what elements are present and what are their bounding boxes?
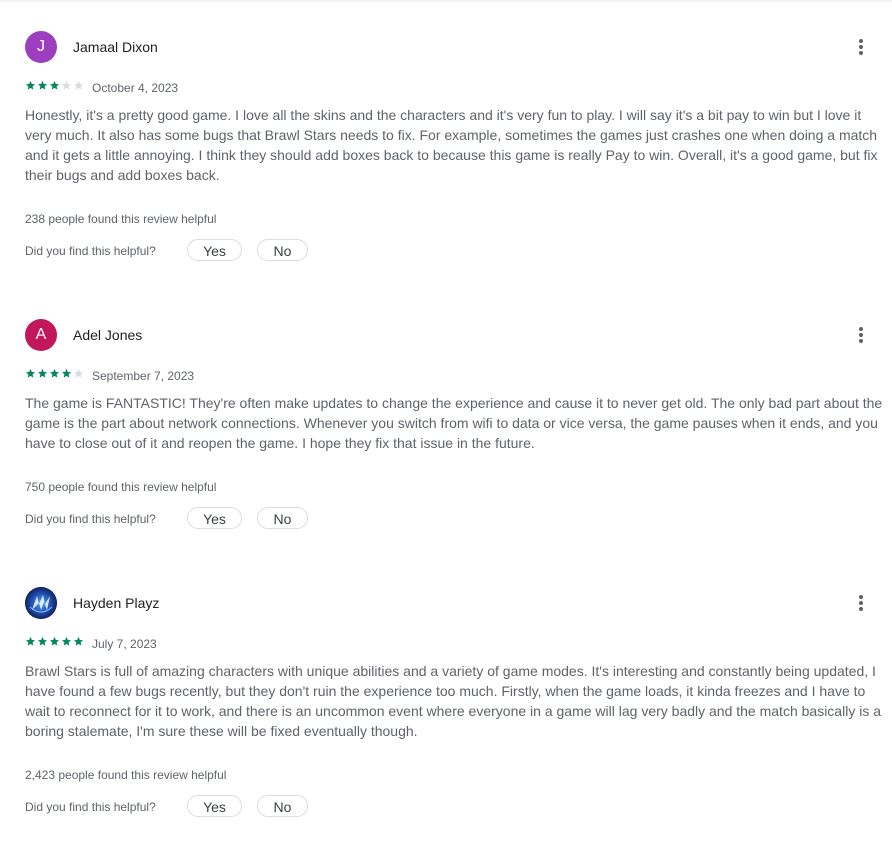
- more-options-icon[interactable]: [851, 587, 871, 619]
- star-filled-icon: [61, 636, 72, 646]
- helpful-question: Did you find this helpful?: [25, 800, 156, 814]
- star-filled-icon: [49, 80, 60, 90]
- helpful-yes-button[interactable]: Yes: [187, 507, 242, 529]
- review-text: Honestly, it's a pretty good game. I lov…: [25, 107, 878, 183]
- reviewer-name: Adel Jones: [73, 327, 143, 343]
- helpful-count: 750 people found this review helpful: [25, 480, 217, 494]
- avatar-logo-icon: [25, 587, 57, 619]
- avatar: A: [25, 319, 57, 351]
- star-empty-icon: [73, 368, 84, 378]
- review-date: October 4, 2023: [92, 81, 179, 95]
- review-meta: July 7, 2023: [25, 636, 425, 652]
- helpful-no-button[interactable]: No: [257, 239, 308, 261]
- helpful-yes-button[interactable]: Yes: [187, 239, 242, 261]
- star-filled-icon: [37, 80, 48, 90]
- review-text: Brawl Stars is full of amazing character…: [25, 663, 881, 739]
- helpful-no-button[interactable]: No: [257, 795, 308, 817]
- review-card: A Adel Jones September 7, 2023 The game …: [25, 319, 887, 559]
- helpful-question: Did you find this helpful?: [25, 512, 156, 526]
- helpful-yes-button[interactable]: Yes: [187, 795, 242, 817]
- star-filled-icon: [37, 636, 48, 646]
- reviewer-name: Hayden Playz: [73, 595, 160, 611]
- review-text: The game is FANTASTIC! They're often mak…: [25, 395, 883, 451]
- review-header: A Adel Jones: [25, 319, 887, 351]
- avatar: J: [25, 31, 57, 63]
- star-empty-icon: [61, 80, 72, 90]
- review-header: Hayden Playz: [25, 587, 887, 619]
- avatar: [25, 587, 57, 619]
- helpful-no-button[interactable]: No: [257, 507, 308, 529]
- star-filled-icon: [25, 636, 36, 646]
- review-card: J Jamaal Dixon October 4, 2023 Honestly,…: [25, 31, 887, 271]
- review-card: Hayden Playz July 7, 2023 Brawl Stars is…: [25, 587, 887, 827]
- star-filled-icon: [49, 368, 60, 378]
- star-filled-icon: [49, 636, 60, 646]
- top-divider: [0, 0, 892, 2]
- helpful-count: 2,423 people found this review helpful: [25, 768, 227, 782]
- review-meta: September 7, 2023: [25, 368, 425, 384]
- helpful-count: 238 people found this review helpful: [25, 212, 217, 226]
- star-filled-icon: [25, 368, 36, 378]
- review-header: J Jamaal Dixon: [25, 31, 887, 63]
- more-options-icon[interactable]: [851, 319, 871, 351]
- star-filled-icon: [25, 80, 36, 90]
- reviewer-name: Jamaal Dixon: [73, 39, 158, 55]
- more-options-icon[interactable]: [851, 31, 871, 63]
- star-filled-icon: [61, 368, 72, 378]
- star-empty-icon: [73, 80, 84, 90]
- star-filled-icon: [37, 368, 48, 378]
- star-filled-icon: [73, 636, 84, 646]
- review-meta: October 4, 2023: [25, 80, 425, 96]
- review-date: September 7, 2023: [92, 369, 195, 383]
- review-date: July 7, 2023: [92, 637, 157, 651]
- helpful-question: Did you find this helpful?: [25, 244, 156, 258]
